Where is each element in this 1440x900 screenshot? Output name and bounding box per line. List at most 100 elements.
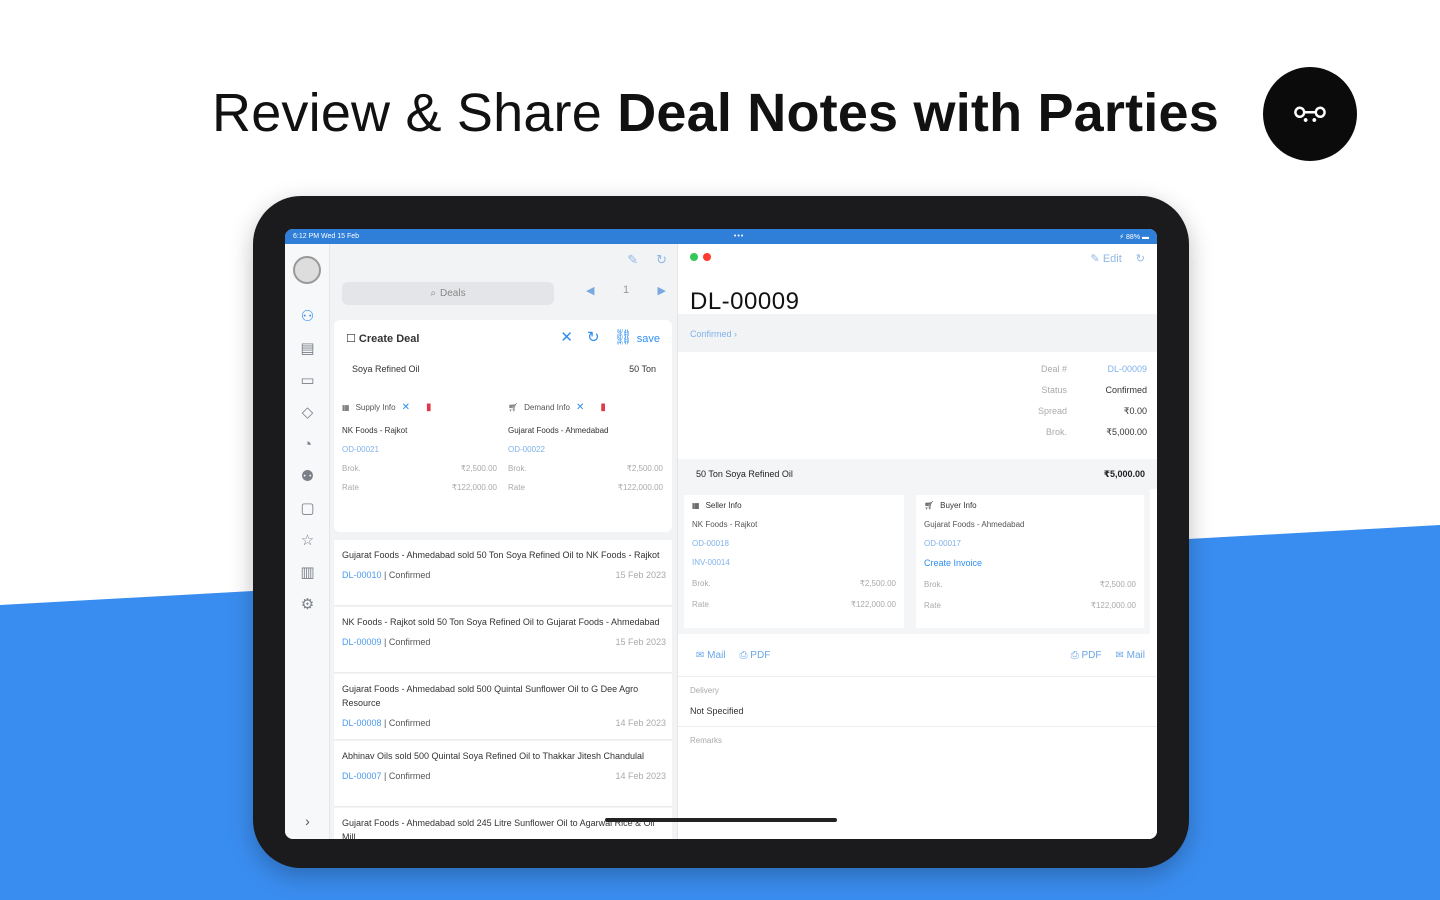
mail-seller-button[interactable]: ✉ Mail <box>696 650 726 661</box>
pie-chart-icon[interactable]: ◔ <box>285 428 330 460</box>
search-input[interactable]: ⌕ Deals <box>342 282 554 305</box>
create-invoice-link[interactable]: Create Invoice <box>924 558 1136 568</box>
next-page-icon[interactable]: ▶ <box>658 284 666 297</box>
meta-value: ₹5,000.00 <box>1106 427 1147 437</box>
detail-toolbar: ✎ Edit ↻ <box>1091 252 1145 265</box>
create-deal-actions: ✕ ↻ ⛓ save <box>560 328 660 346</box>
search-placeholder: Deals <box>440 288 466 299</box>
delete-supply-icon[interactable]: ▮ <box>426 402 432 413</box>
tag-icon[interactable]: ◇ <box>285 396 330 428</box>
buyer-party[interactable]: Gujarat Foods - Ahmedabad <box>924 520 1136 529</box>
demand-info-label: Demand Info <box>524 402 570 412</box>
remove-demand-icon[interactable]: ✕ <box>576 402 584 413</box>
building-icon[interactable]: ▥ <box>285 556 330 588</box>
mail-buyer-button[interactable]: ✉ Mail <box>1115 650 1145 661</box>
brand-logo: ꗭ <box>1263 67 1357 161</box>
seller-rate-row: Rate ₹122,000.00 <box>692 600 896 609</box>
green-dot-icon[interactable] <box>690 253 698 261</box>
pdf-seller-button[interactable]: ⎙ PDF <box>740 650 771 661</box>
delete-demand-icon[interactable]: ▮ <box>600 402 606 413</box>
deal-id-title: DL-00009 <box>690 288 800 315</box>
close-icon[interactable]: ✕ <box>560 328 573 346</box>
cart-icon: 🛒︎ <box>924 501 935 510</box>
save-button-label: save <box>636 333 660 345</box>
supply-brok-row: Brok. ₹2,500.00 <box>342 464 497 473</box>
prev-page-icon[interactable]: ◀ <box>586 284 594 297</box>
demand-code[interactable]: OD-00022 <box>508 445 663 454</box>
supply-info: ▦ Supply Info ✕ ▮ NK Foods - Rajkot OD-0… <box>342 400 497 493</box>
product-name[interactable]: Soya Refined Oil <box>352 364 420 374</box>
seller-share-actions: ✉ Mail ⎙ PDF <box>696 650 770 661</box>
refresh-icon[interactable]: ↻ <box>1136 252 1145 265</box>
remarks-label: Remarks <box>690 736 723 745</box>
seller-order-code[interactable]: OD-00018 <box>692 539 896 548</box>
app-logo[interactable] <box>293 256 321 284</box>
supply-party[interactable]: NK Foods - Rajkot <box>342 426 497 435</box>
buyer-brok-value: ₹2,500.00 <box>1099 580 1136 589</box>
save-button[interactable]: ⛓ save <box>614 328 660 346</box>
pdf-label: PDF <box>750 650 771 661</box>
buyer-order-code[interactable]: OD-00017 <box>924 539 1136 548</box>
home-indicator[interactable] <box>605 818 837 822</box>
product-quantity[interactable]: 50 Ton <box>629 364 656 374</box>
delivery-value[interactable]: Not Specified <box>690 706 744 716</box>
deal-status: | Confirmed <box>384 637 431 647</box>
demand-brok-value[interactable]: ₹2,500.00 <box>627 464 663 473</box>
list-item[interactable]: NK Foods - Rajkot sold 50 Ton Soya Refin… <box>334 607 672 673</box>
supply-info-header: ▦ Supply Info ✕ ▮ <box>342 400 497 414</box>
red-dot-icon[interactable] <box>703 253 711 261</box>
list-item[interactable]: Abhinav Oils sold 500 Quintal Soya Refin… <box>334 741 672 807</box>
refresh-icon[interactable]: ↻ <box>656 252 667 268</box>
deal-id: DL-00008 <box>342 718 382 728</box>
list-item[interactable]: Gujarat Foods - Ahmedabad sold 500 Quint… <box>334 674 672 740</box>
demand-brok-label: Brok. <box>508 464 527 473</box>
reset-icon[interactable]: ↻ <box>587 328 600 346</box>
window-controls <box>690 253 711 261</box>
demand-info: 🛒︎ Demand Info ✕ ▮ Gujarat Foods - Ahmed… <box>508 400 663 493</box>
meta-key: Brok. <box>1045 427 1067 437</box>
supply-brok-value[interactable]: ₹2,500.00 <box>461 464 497 473</box>
supply-brok-label: Brok. <box>342 464 361 473</box>
buyer-share-actions: ⎙ PDF ✉ Mail <box>1071 650 1145 661</box>
remove-supply-icon[interactable]: ✕ <box>402 402 410 413</box>
deal-date: 15 Feb 2023 <box>615 637 666 647</box>
deal-meta: DL-00008 | Confirmed 14 Feb 2023 <box>342 716 666 730</box>
supply-rate-row: Rate ₹122,000.00 <box>342 483 497 492</box>
meta-brok: Brok. ₹5,000.00 <box>1007 427 1147 438</box>
deal-status: | Confirmed <box>384 570 431 580</box>
deal-date: 15 Feb 2023 <box>615 570 666 580</box>
compose-icon[interactable]: ✎ <box>627 252 638 268</box>
meta-key: Spread <box>1037 406 1067 416</box>
demand-party[interactable]: Gujarat Foods - Ahmedabad <box>508 426 663 435</box>
seller-invoice-code[interactable]: INV-00014 <box>692 558 896 567</box>
seller-brok-value: ₹2,500.00 <box>859 579 896 588</box>
edit-button[interactable]: ✎ Edit <box>1091 252 1122 265</box>
people-icon[interactable]: ⚉ <box>285 460 330 492</box>
status-band[interactable]: Confirmed › <box>678 314 1157 352</box>
list-item[interactable]: Gujarat Foods - Ahmedabad sold 50 Ton So… <box>334 540 672 606</box>
monitor-icon[interactable]: ▭ <box>285 364 330 396</box>
supply-rate-value[interactable]: ₹122,000.00 <box>452 483 497 492</box>
seller-info-header: ▦ Seller Info <box>692 501 896 510</box>
document-icon[interactable]: ▤ <box>285 332 330 364</box>
cart-icon: 🛒︎ <box>508 402 519 412</box>
demand-rate-label: Rate <box>508 483 525 492</box>
pdf-buyer-button[interactable]: ⎙ PDF <box>1071 650 1102 661</box>
expand-chevron-icon[interactable]: › <box>285 813 330 829</box>
nav-rail: ⚇ ▤ ▭ ◇ ◔ ⚉ ▢ ☆ ▥ ⚙ › <box>285 244 330 839</box>
handshake-icon[interactable]: ⚇ <box>285 300 330 332</box>
meta-spread: Spread ₹0.00 <box>1007 406 1147 417</box>
status-link[interactable]: Confirmed <box>690 329 732 339</box>
supply-code[interactable]: OD-00021 <box>342 445 497 454</box>
wallet-icon[interactable]: ▢ <box>285 492 330 524</box>
star-icon[interactable]: ☆ <box>285 524 330 556</box>
create-deal-title: ☐ Create Deal <box>346 333 420 345</box>
meta-value: Confirmed <box>1105 385 1147 395</box>
seller-party[interactable]: NK Foods - Rajkot <box>692 520 896 529</box>
gear-icon[interactable]: ⚙ <box>285 588 330 620</box>
multitask-dots[interactable]: ••• <box>734 233 744 240</box>
demand-rate-value[interactable]: ₹122,000.00 <box>618 483 663 492</box>
meta-value[interactable]: DL-00009 <box>1089 364 1147 374</box>
list-item[interactable]: Gujarat Foods - Ahmedabad sold 245 Litre… <box>334 808 672 839</box>
deal-title: Gujarat Foods - Ahmedabad sold 50 Ton So… <box>342 550 660 560</box>
